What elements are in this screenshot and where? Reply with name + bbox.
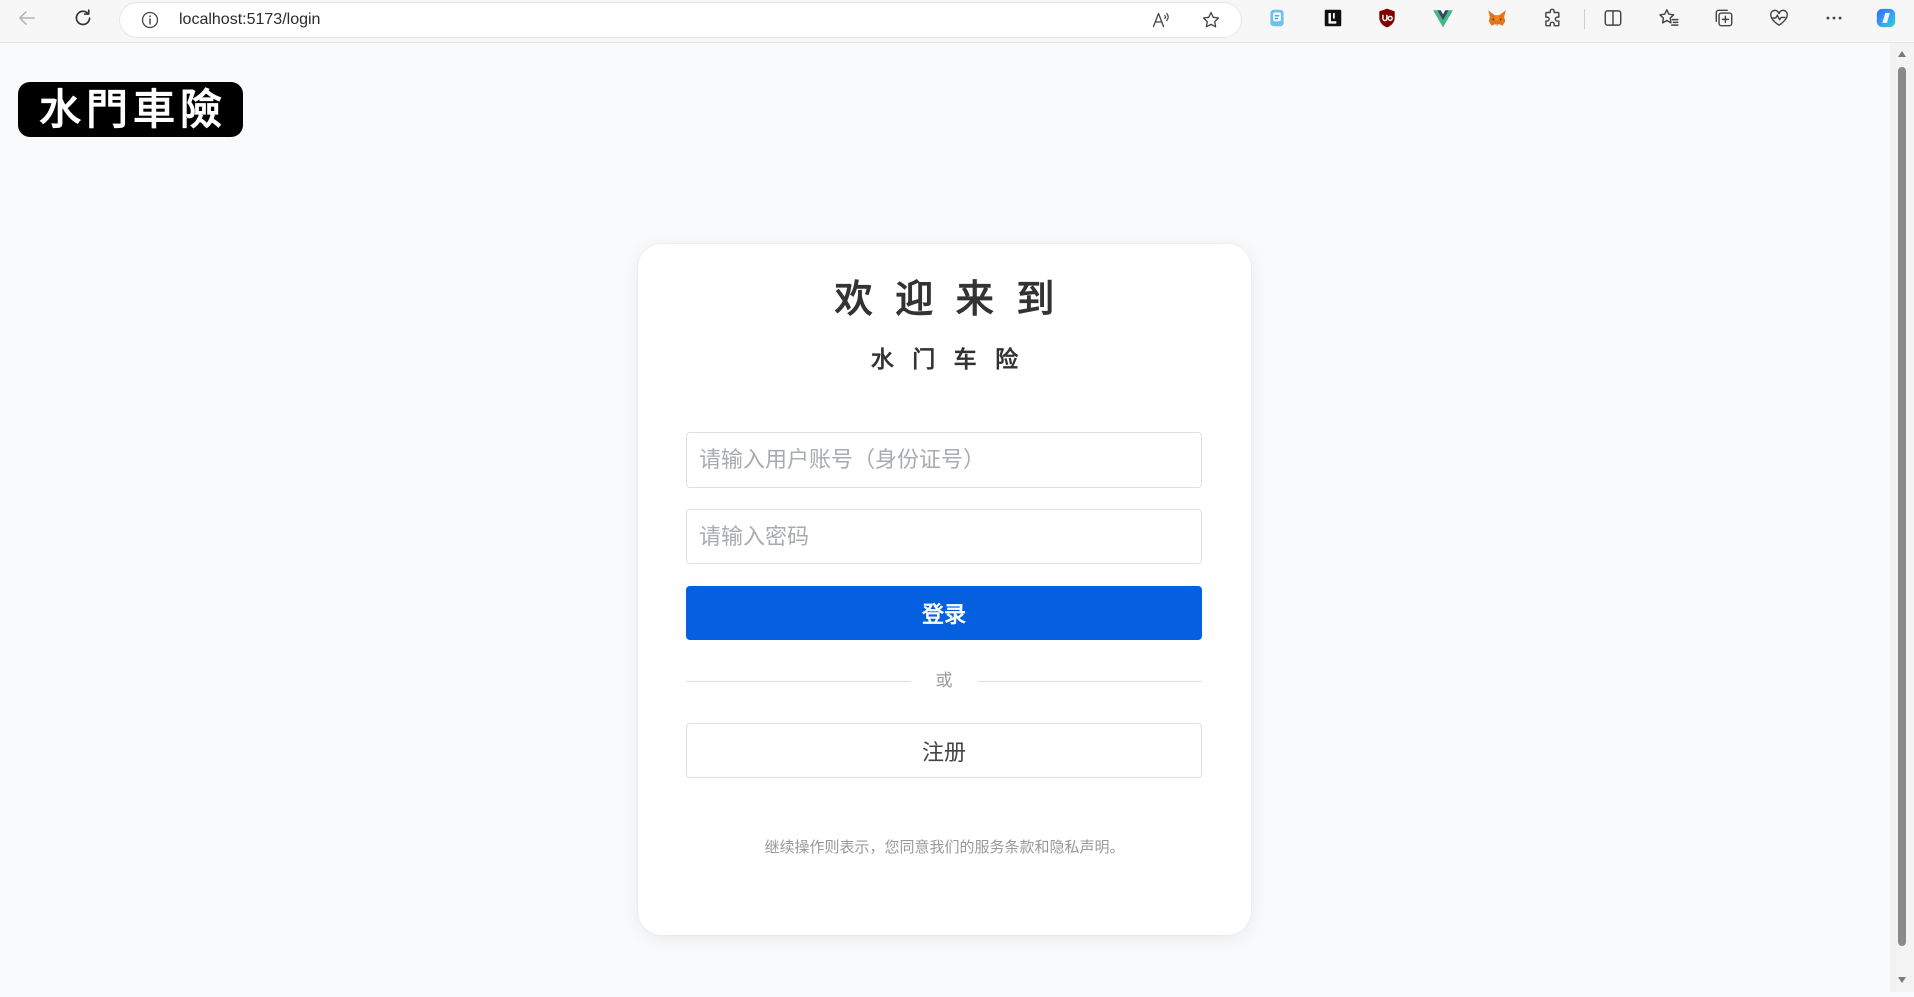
address-url[interactable]: localhost:5173/login	[179, 3, 320, 37]
divider-line-right	[977, 680, 1202, 682]
brand-subtitle: 水 门 车 险	[870, 346, 1025, 372]
heart-pulse-icon[interactable]	[1764, 3, 1794, 33]
username-input[interactable]	[686, 432, 1202, 488]
divider-line-left	[686, 680, 911, 682]
read-aloud-icon[interactable]	[1146, 5, 1176, 35]
scrollbar-thumb[interactable]	[1898, 67, 1906, 946]
agreement-note: 继续操作则表示，您同意我们的服务条款和隐私声明。	[764, 839, 1125, 856]
info-icon[interactable]	[135, 5, 165, 35]
collections-icon[interactable]	[1709, 3, 1739, 33]
login-button[interactable]: 登录	[686, 586, 1202, 640]
toolbar-separator	[1584, 9, 1585, 29]
browser-toolbar: localhost:5173/login	[0, 0, 1914, 43]
password-input[interactable]	[686, 509, 1202, 564]
star-icon[interactable]	[1196, 5, 1226, 35]
page-scrollbar[interactable]	[1890, 43, 1914, 992]
back-arrow-icon[interactable]	[12, 3, 42, 33]
register-button[interactable]: 注册	[686, 723, 1202, 778]
copilot-icon[interactable]	[1871, 3, 1901, 33]
login-card: 欢 迎 来 到 水 门 车 险 登录 或 注册 继续操作则表示，您同意我们的服务…	[638, 244, 1251, 935]
scroll-down-arrow-icon[interactable]	[1895, 974, 1909, 986]
ublock-origin-icon[interactable]	[1372, 3, 1402, 33]
favorites-icon[interactable]	[1654, 3, 1684, 33]
metamask-icon[interactable]	[1482, 3, 1512, 33]
vue-devtools-icon[interactable]	[1428, 3, 1458, 33]
more-dots-icon[interactable]	[1819, 3, 1849, 33]
extensions-puzzle-icon[interactable]	[1538, 3, 1568, 33]
address-bar[interactable]: localhost:5173/login	[120, 3, 1241, 37]
or-divider: 或	[686, 671, 1202, 691]
scroll-up-arrow-icon[interactable]	[1895, 48, 1909, 60]
reload-icon[interactable]	[68, 3, 98, 33]
logo-text: 水門車險	[38, 85, 227, 134]
blue-extension-icon[interactable]	[1262, 3, 1292, 33]
brand-logo: 水門車險	[18, 82, 243, 137]
welcome-title: 欢 迎 来 到	[834, 279, 1061, 321]
split-screen-icon[interactable]	[1598, 3, 1628, 33]
divider-text: 或	[935, 671, 953, 690]
black-extension-icon[interactable]	[1318, 3, 1348, 33]
